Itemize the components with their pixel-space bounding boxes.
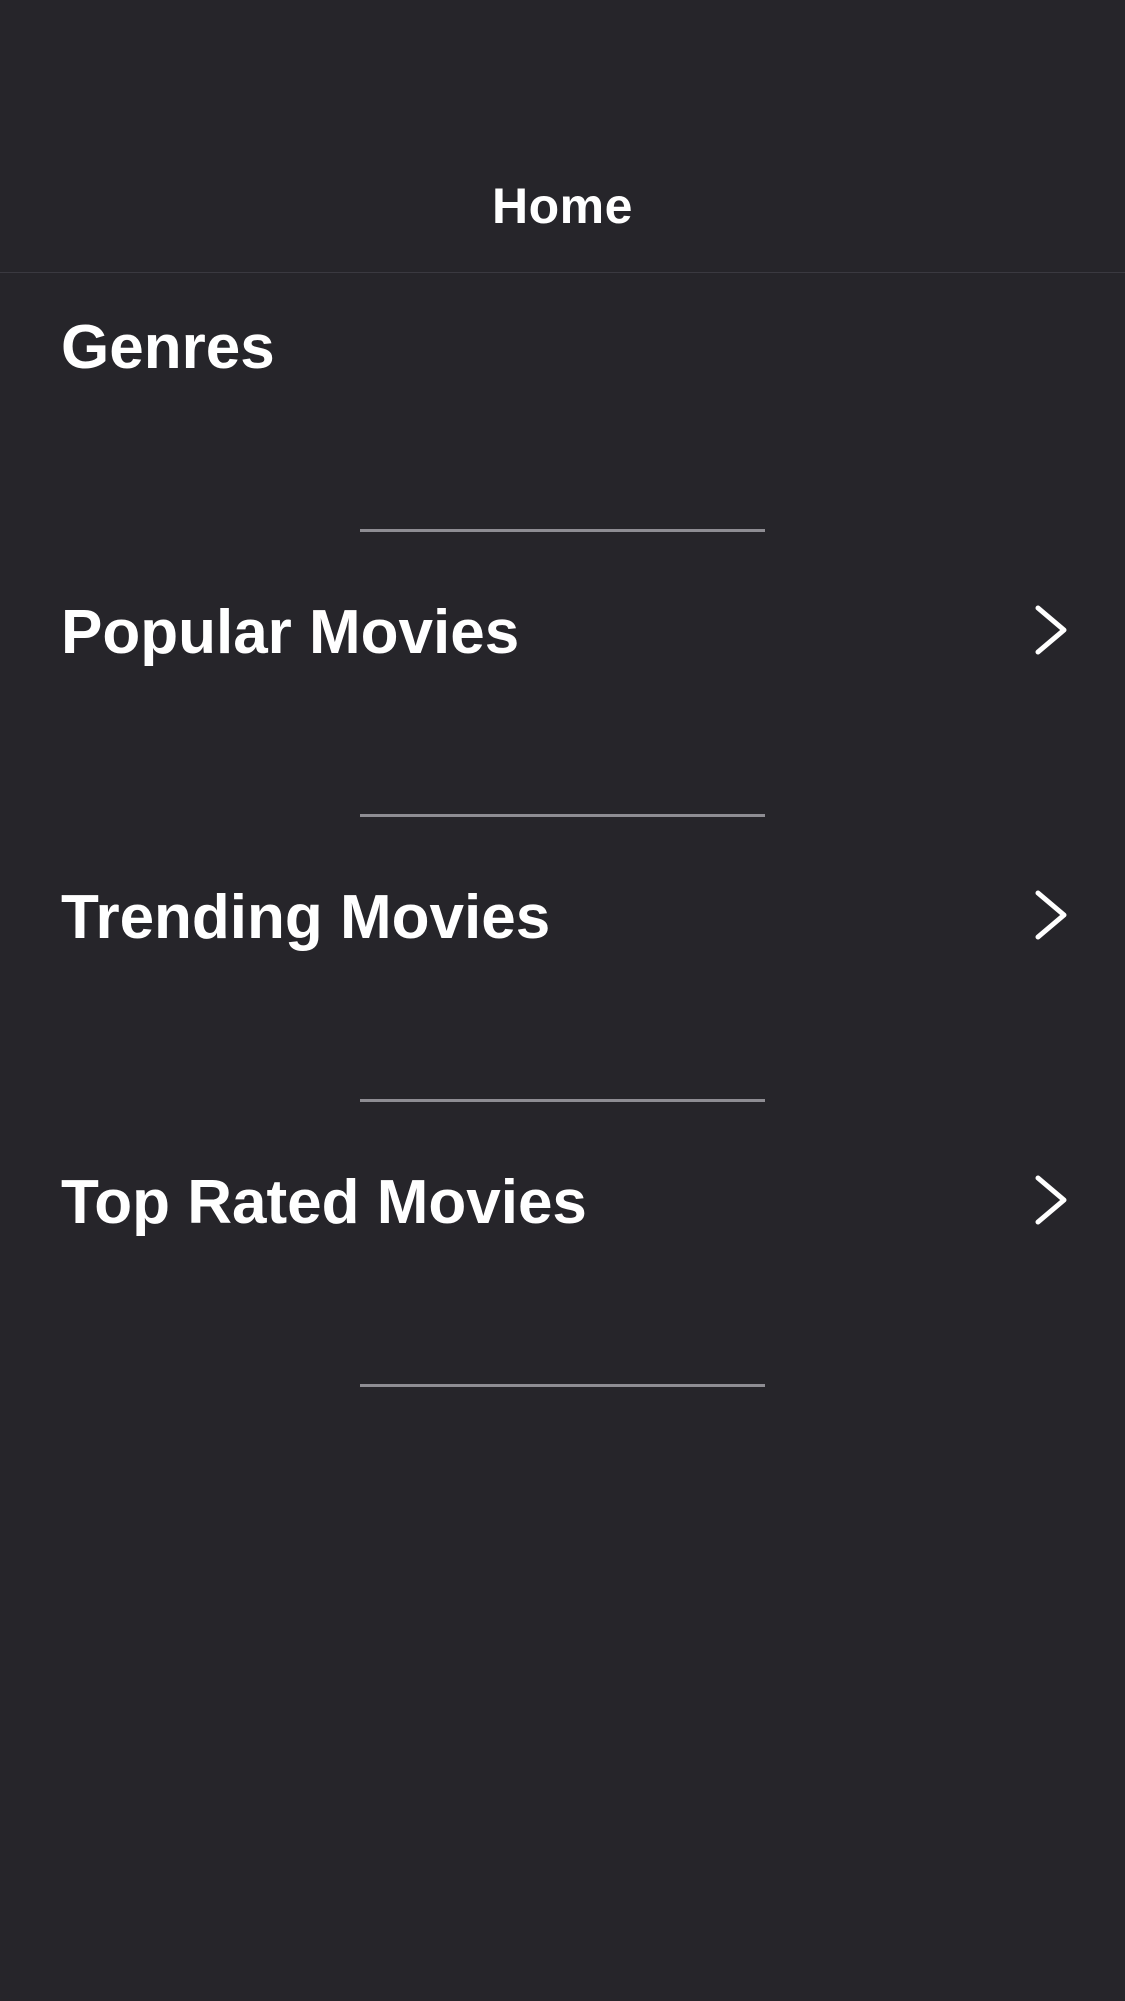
menu-item-label: Popular Movies	[61, 598, 520, 667]
divider	[360, 1384, 765, 1387]
divider	[360, 529, 765, 532]
navigation-bar: Home	[0, 0, 1125, 273]
menu-item-label: Top Rated Movies	[61, 1168, 587, 1237]
divider	[360, 814, 765, 817]
chevron-right-icon	[1033, 890, 1069, 940]
nav-title: Home	[492, 178, 633, 234]
chevron-right-icon	[1033, 605, 1069, 655]
home-screen: Home Genres Popular Movies Trending Movi…	[0, 0, 1125, 2001]
menu-item-label: Trending Movies	[61, 883, 551, 952]
menu-item-top-rated-movies[interactable]: Top Rated Movies	[0, 1143, 1125, 1263]
chevron-right-icon	[1033, 1175, 1069, 1225]
genres-header: Genres	[61, 313, 275, 382]
menu-item-trending-movies[interactable]: Trending Movies	[0, 858, 1125, 978]
menu-item-popular-movies[interactable]: Popular Movies	[0, 573, 1125, 693]
divider	[360, 1099, 765, 1102]
